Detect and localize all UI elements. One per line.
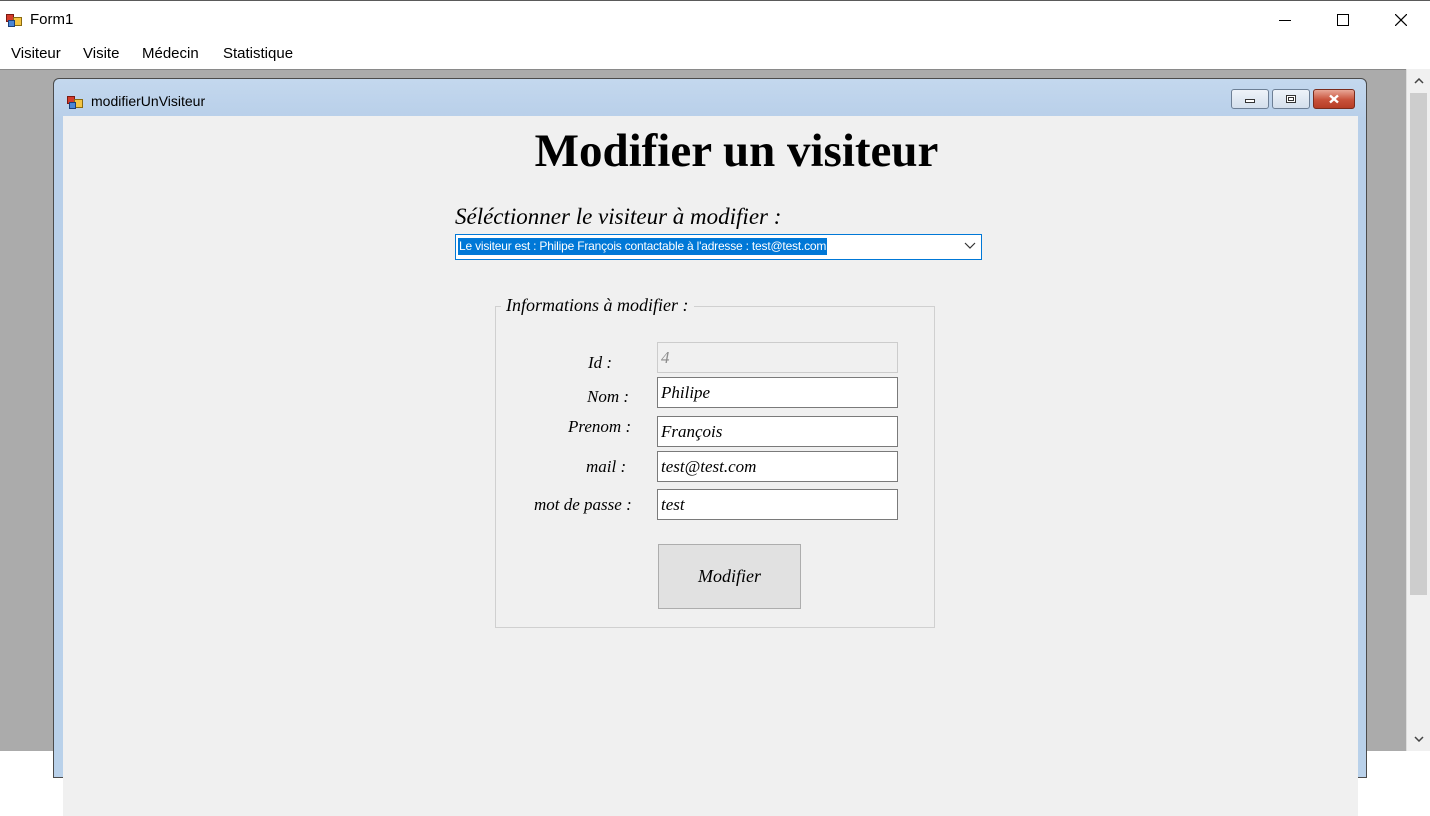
chevron-down-icon[interactable] <box>964 242 976 250</box>
window-title: Form1 <box>30 11 74 28</box>
chevron-up-icon <box>1414 78 1424 84</box>
child-restore-button[interactable] <box>1272 89 1310 109</box>
prenom-label: Prenom : <box>568 417 632 436</box>
password-field[interactable] <box>657 489 898 520</box>
prenom-field[interactable] <box>657 416 898 447</box>
visitor-select-label: Séléctionner le visiteur à modifier : <box>455 204 782 229</box>
password-label: mot de passe : <box>534 495 632 514</box>
scrollbar-thumb[interactable] <box>1410 93 1427 595</box>
menu-bar: Visiteur Visite Médecin Statistique <box>0 39 1430 69</box>
chevron-down-icon <box>1414 736 1424 742</box>
menu-medecin[interactable]: Médecin <box>142 45 199 62</box>
menu-statistique[interactable]: Statistique <box>223 45 293 62</box>
nom-label: Nom : <box>587 387 630 406</box>
maximize-button[interactable] <box>1314 1 1372 39</box>
id-field <box>657 342 898 373</box>
minimize-icon <box>1245 99 1255 103</box>
close-icon <box>1329 94 1339 104</box>
child-close-button[interactable] <box>1313 89 1355 109</box>
child-window-title: modifierUnVisiteur <box>91 93 206 109</box>
password-input[interactable] <box>658 490 897 519</box>
app-window-icon <box>67 96 83 109</box>
nom-input[interactable] <box>658 378 897 407</box>
form-client-area: Modifier un visiteur Séléctionner le vis… <box>63 116 1358 816</box>
page-title: Modifier un visiteur <box>534 125 939 177</box>
mail-field[interactable] <box>657 451 898 482</box>
close-icon <box>1395 14 1407 26</box>
scroll-up-button[interactable] <box>1407 71 1430 91</box>
close-button[interactable] <box>1372 1 1430 39</box>
visitor-select-combobox[interactable]: Le visiteur est : Philipe François conta… <box>455 234 982 260</box>
info-groupbox-title: Informations à modifier : <box>501 295 694 316</box>
menu-visiteur[interactable]: Visiteur <box>11 45 61 62</box>
maximize-icon <box>1337 14 1349 26</box>
app-window-icon <box>6 14 22 27</box>
id-label: Id : <box>588 353 613 372</box>
id-input <box>658 343 897 372</box>
menu-visite[interactable]: Visite <box>83 45 119 62</box>
visitor-select-value: Le visiteur est : Philipe François conta… <box>458 238 828 255</box>
prenom-input[interactable] <box>658 417 897 446</box>
window-titlebar[interactable]: Form1 <box>0 1 1430 39</box>
child-minimize-button[interactable] <box>1231 89 1269 109</box>
minimize-button[interactable] <box>1256 1 1314 39</box>
child-window: modifierUnVisiteur Modifier un visiteur … <box>53 78 1367 816</box>
scroll-down-button[interactable] <box>1407 729 1430 749</box>
mail-input[interactable] <box>658 452 897 481</box>
minimize-icon <box>1279 20 1291 21</box>
mail-label: mail : <box>586 457 627 476</box>
nom-field[interactable] <box>657 377 898 408</box>
modifier-button[interactable]: Modifier <box>658 544 801 609</box>
restore-icon <box>1286 95 1296 103</box>
